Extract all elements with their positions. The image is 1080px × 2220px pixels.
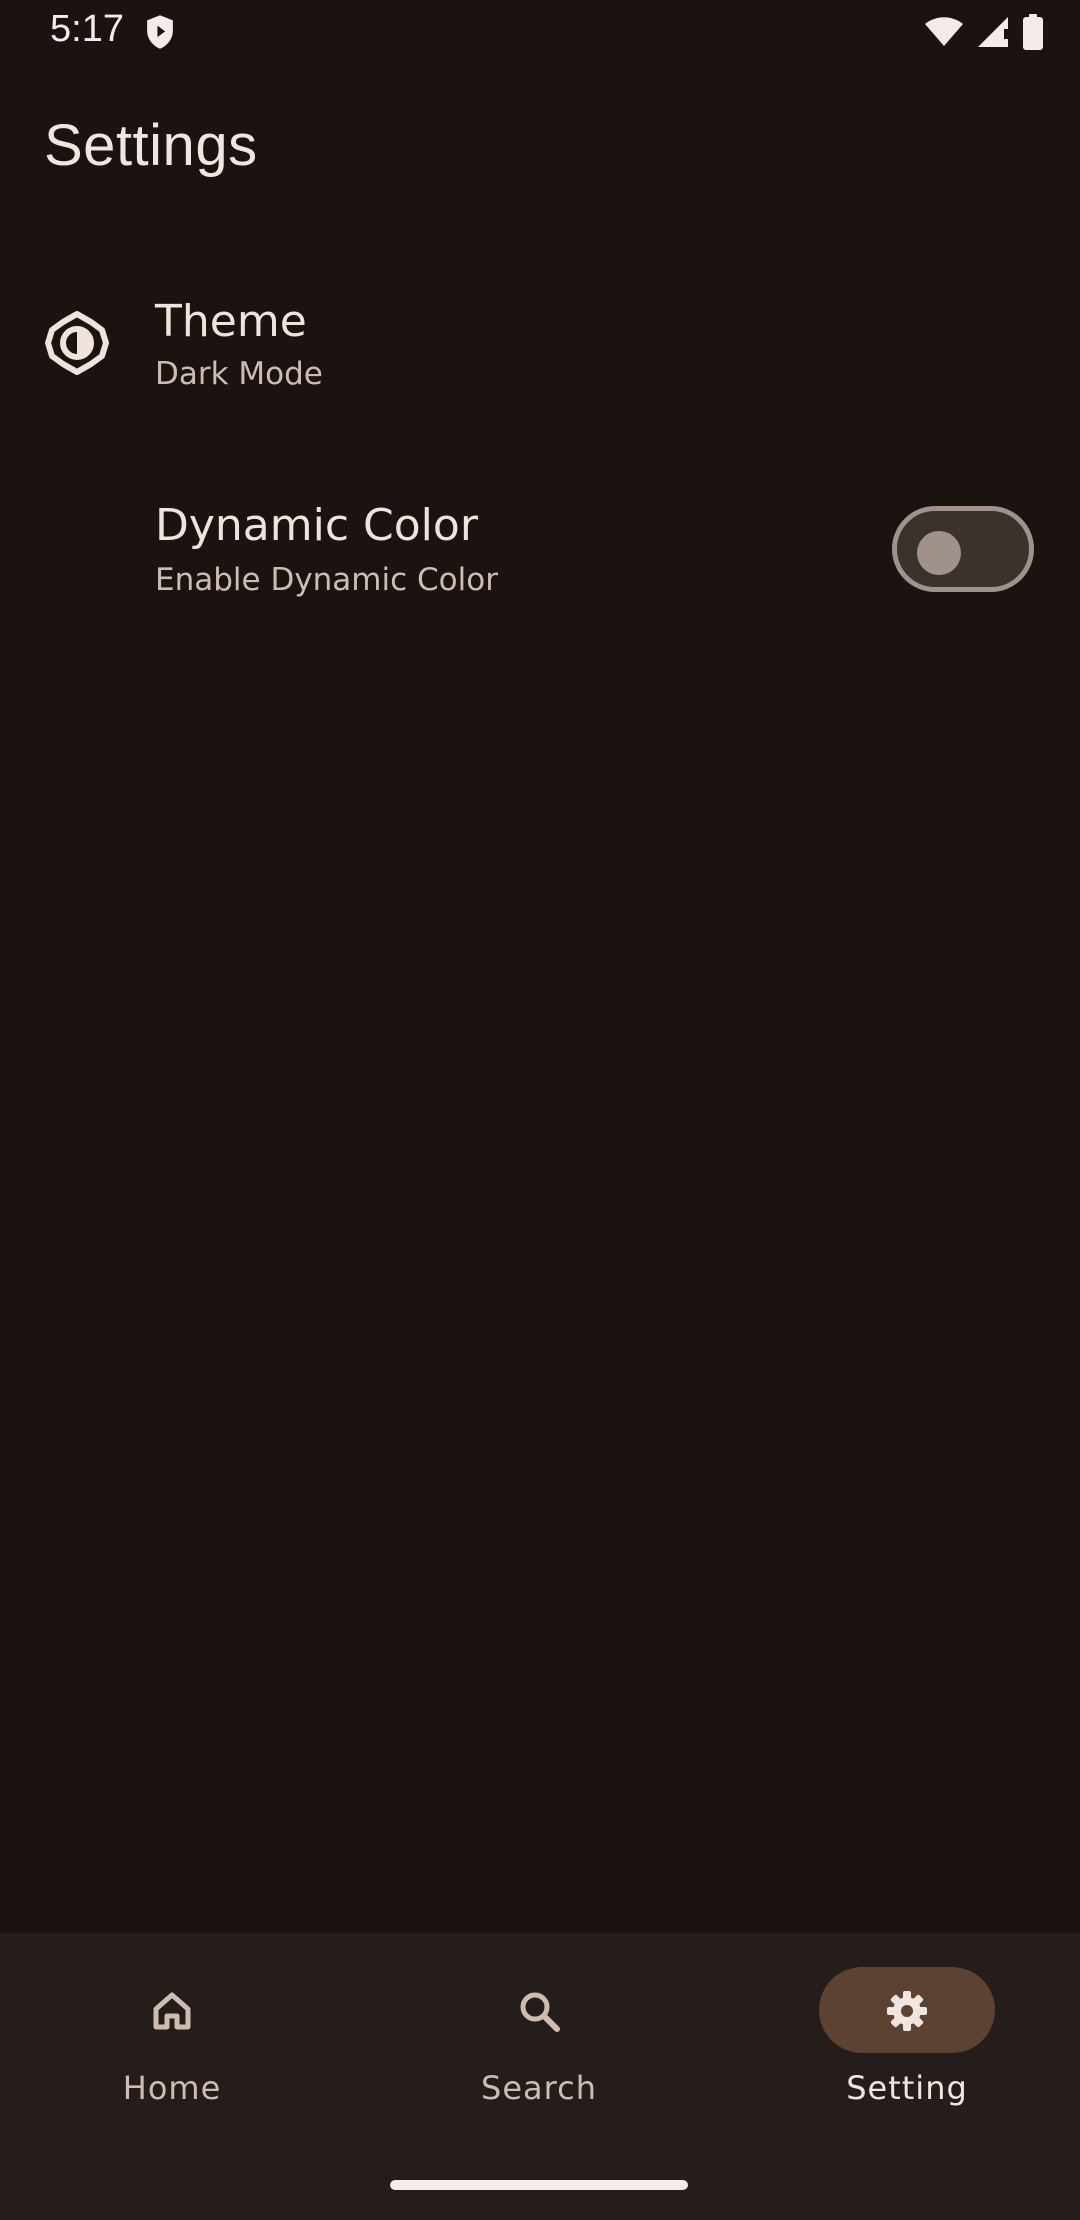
wifi-icon — [925, 17, 963, 46]
dynamic-color-toggle[interactable] — [892, 506, 1034, 592]
gesture-navigation-bar[interactable] — [390, 2180, 688, 2190]
dynamic-color-title: Dynamic Color — [155, 500, 478, 551]
nav-label-search: Search — [481, 2069, 597, 2107]
page-title: Settings — [44, 113, 258, 178]
nav-item-home[interactable]: Home — [42, 1933, 302, 2133]
nav-label-setting: Setting — [846, 2069, 968, 2107]
bottom-navigation: Home Search Setting — [0, 1933, 1080, 2220]
search-icon — [520, 1992, 560, 2032]
nav-item-setting[interactable]: Setting — [777, 1933, 1037, 2133]
dynamic-color-subtitle: Enable Dynamic Color — [155, 562, 498, 598]
shield-icon — [147, 15, 173, 49]
setting-dynamic-color[interactable]: Dynamic Color Enable Dynamic Color — [0, 490, 1080, 620]
status-time: 5:17 — [50, 8, 124, 50]
nav-item-search[interactable]: Search — [409, 1933, 669, 2133]
theme-subtitle: Dark Mode — [155, 356, 323, 392]
status-icons — [924, 14, 1044, 50]
battery-icon — [1023, 14, 1043, 50]
theme-title: Theme — [155, 296, 307, 347]
setting-theme[interactable]: Theme Dark Mode — [0, 280, 1080, 410]
home-icon — [153, 1992, 191, 2030]
gear-icon — [887, 1991, 927, 2031]
toggle-thumb — [917, 531, 961, 575]
status-bar: 5:17 — [0, 0, 1080, 64]
cell-signal-icon — [978, 17, 1008, 47]
theme-brightness-icon — [45, 311, 109, 375]
nav-label-home: Home — [122, 2069, 222, 2107]
